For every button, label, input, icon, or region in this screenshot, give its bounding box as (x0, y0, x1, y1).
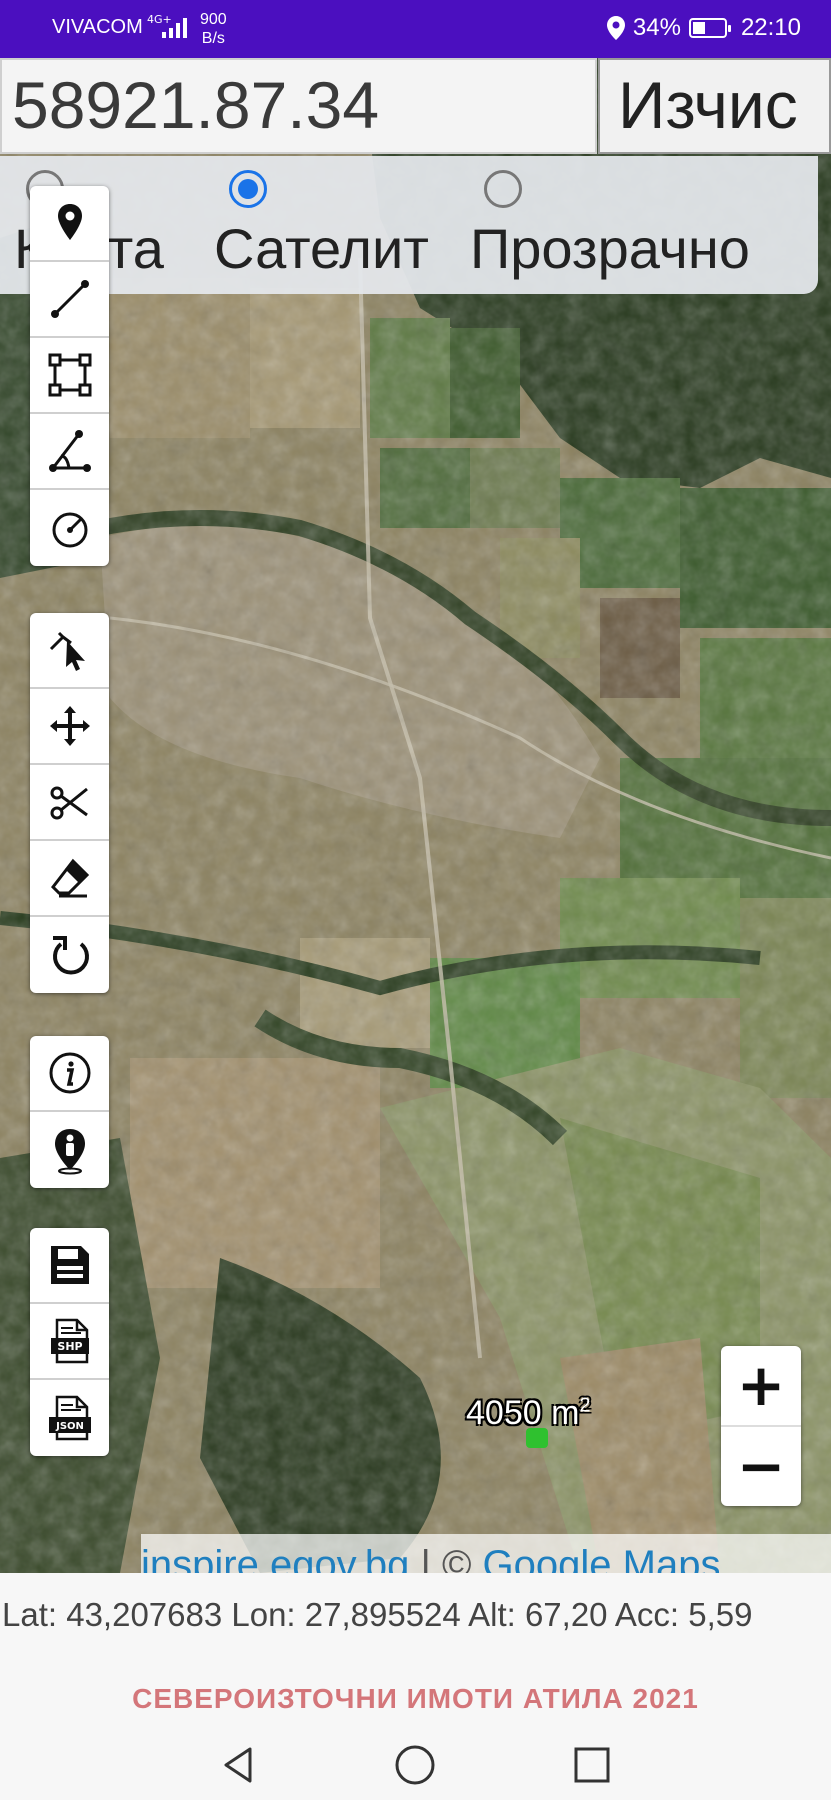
polygon-tool-button[interactable] (30, 338, 109, 414)
footer-title: СЕВЕРОИЗТОЧНИ ИМОТИ АТИЛА 2021 (132, 1683, 699, 1714)
cut-tool-button[interactable] (30, 765, 109, 841)
move-tool-button[interactable] (30, 689, 109, 765)
gps-readout: Lat: 43,207683 Lon: 27,895524 Alt: 67,20… (2, 1596, 753, 1633)
select-tool-button[interactable] (30, 613, 109, 689)
recents-icon (574, 1747, 610, 1783)
line-tool-button[interactable] (30, 262, 109, 338)
measured-parcel[interactable] (526, 1428, 548, 1448)
status-right: 34% 22:10 (606, 14, 801, 42)
move-icon (49, 706, 90, 746)
polygon-icon (48, 353, 91, 397)
map-attribution: inspire.egov.bg | © Google Maps (141, 1534, 831, 1573)
erase-tool-button[interactable] (30, 841, 109, 917)
status-bar: VIVACOM 4G+ 900 B/s 34% 22:10 (0, 0, 831, 58)
file-toolbar: SHP JSON (30, 1228, 109, 1456)
line-icon (50, 280, 89, 318)
speed-unit: B/s (201, 30, 225, 47)
area-unit-exponent: 2 (579, 1394, 591, 1417)
back-icon (224, 1747, 252, 1783)
person-location-icon (54, 1129, 85, 1175)
back-button[interactable] (208, 1735, 268, 1795)
zoom-control: + − (721, 1346, 801, 1506)
info-toolbar (30, 1036, 109, 1188)
clock: 22:10 (740, 14, 801, 41)
zoom-in-button[interactable]: + (721, 1346, 801, 1427)
home-button[interactable] (385, 1735, 445, 1795)
battery-percent: 34% (632, 14, 681, 41)
export-json-button[interactable]: JSON (30, 1380, 109, 1456)
save-icon (50, 1246, 89, 1284)
calculate-button[interactable]: Изчис (598, 58, 831, 154)
shp-tag: SHP (57, 1340, 82, 1353)
zoom-out-button[interactable]: − (721, 1427, 801, 1506)
attribution-link-inspire[interactable]: inspire.egov.bg (141, 1543, 409, 1573)
scissors-icon (50, 786, 88, 820)
attribution-link-google[interactable]: Google Maps (483, 1543, 721, 1573)
select-pointer-icon (49, 631, 85, 671)
coordinate-input[interactable]: 58921.87.34 (0, 58, 597, 154)
radio-transparent-label[interactable]: Прозрачно (470, 218, 750, 280)
circle-icon (52, 512, 87, 548)
network-speed: 900 B/s (200, 10, 227, 48)
angle-icon (48, 430, 91, 472)
speed-value: 900 (200, 11, 227, 28)
edit-toolbar (30, 613, 109, 993)
eraser-icon (50, 858, 89, 898)
layer-selector: Карта Сателит Прозрачно (0, 156, 818, 294)
marker-tool-button[interactable] (30, 186, 109, 262)
undo-icon (52, 936, 89, 975)
shp-file-icon: SHP (50, 1318, 89, 1364)
json-tag: JSON (55, 1421, 84, 1432)
radio-transparent[interactable] (484, 170, 522, 208)
marker-icon (57, 204, 82, 240)
recents-button[interactable] (562, 1735, 622, 1795)
location-icon (606, 16, 625, 40)
export-shp-button[interactable]: SHP (30, 1304, 109, 1380)
my-location-button[interactable] (30, 1112, 109, 1188)
json-file-icon: JSON (48, 1395, 91, 1441)
battery-icon (688, 18, 731, 38)
save-button[interactable] (30, 1228, 109, 1304)
circle-tool-button[interactable] (30, 490, 109, 566)
info-icon (49, 1052, 90, 1094)
radio-satellite-label[interactable]: Сателит (214, 218, 429, 280)
attribution-separator: | © (409, 1543, 483, 1573)
radio-satellite[interactable] (229, 170, 267, 208)
info-button[interactable] (30, 1036, 109, 1112)
undo-tool-button[interactable] (30, 917, 109, 993)
home-icon (395, 1745, 435, 1785)
carrier-name: VIVACOM (52, 16, 143, 38)
area-value: 4050 m (466, 1394, 580, 1432)
draw-toolbar (30, 186, 109, 566)
angle-tool-button[interactable] (30, 414, 109, 490)
signal-icon (162, 18, 187, 38)
